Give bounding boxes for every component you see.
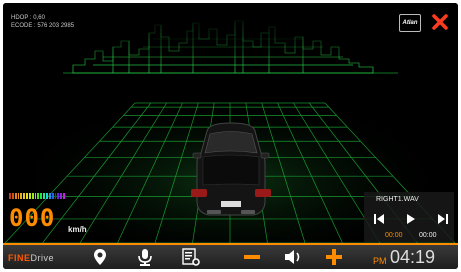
speed-unit: km/h: [68, 225, 87, 234]
volume-button[interactable]: [283, 247, 305, 267]
speed-bar-segment: [31, 193, 34, 199]
speed-bar-segment: [43, 193, 45, 199]
brand-part2: Drive: [30, 253, 55, 263]
speed-bar-segment: [9, 193, 11, 199]
brand-part1: FINE: [8, 253, 31, 263]
speed-bar-segment: [20, 193, 23, 199]
ecode-text: ECODE : 576 203 2985: [11, 23, 75, 29]
settings-list-icon: [182, 248, 200, 266]
speed-bar-segment: [57, 193, 60, 199]
close-icon: [432, 14, 448, 30]
location-pin-icon: [94, 249, 106, 265]
speed-bar-segment: [26, 193, 28, 199]
speedometer: 000 km/h: [9, 193, 109, 243]
settings-button[interactable]: [180, 247, 202, 267]
play-button[interactable]: [402, 212, 420, 226]
close-button[interactable]: [430, 12, 450, 32]
brand-logo[interactable]: FINEDrive: [8, 253, 54, 263]
zoom-out-button[interactable]: [241, 247, 263, 267]
media-player: RIGHT1.WAV 00:00 00:00: [364, 192, 454, 242]
zoom-in-button[interactable]: [323, 247, 345, 267]
speed-bar-segment: [14, 193, 17, 199]
previous-icon: [374, 214, 384, 224]
media-current-time: 00:00: [385, 232, 403, 239]
play-icon: [407, 214, 415, 224]
speed-bar-segment: [28, 193, 31, 199]
speed-bar-segment: [54, 193, 57, 199]
speed-bar-segment: [60, 193, 63, 199]
speed-bar-segment: [34, 193, 37, 199]
zoom-out-icon: [244, 255, 260, 259]
bottom-toolbar: FINEDrive PM 04:19: [3, 243, 458, 269]
navigation-screen: HDOP : 0,60 ECODE : 576 203 2985 Atlan 0…: [3, 3, 458, 269]
hdop-text: HDOP : 0,60: [11, 15, 45, 21]
speed-bar-segment: [40, 193, 43, 199]
location-button[interactable]: [89, 247, 111, 267]
previous-button[interactable]: [370, 212, 388, 226]
next-button[interactable]: [434, 212, 452, 226]
speed-bar-segment: [51, 193, 54, 199]
clock-time: 04:19: [390, 247, 436, 267]
speed-bar-segment: [45, 193, 48, 199]
voice-button[interactable]: [134, 247, 156, 267]
media-filename: RIGHT1.WAV: [376, 196, 419, 203]
speed-bar-segment: [37, 193, 40, 199]
speed-value: 000: [9, 204, 56, 232]
speed-bar-segment: [23, 193, 26, 199]
speed-bar-segment: [11, 193, 14, 199]
atlan-button[interactable]: Atlan: [399, 14, 421, 32]
speed-bar-segment: [48, 193, 51, 199]
speed-level-bars: [9, 193, 65, 199]
speed-bar-segment: [63, 193, 65, 199]
gps-info: HDOP : 0,60 ECODE : 576 203 2985: [11, 14, 74, 30]
speed-bar-segment: [17, 193, 20, 199]
next-icon: [438, 214, 448, 224]
zoom-in-icon: [326, 249, 342, 265]
volume-icon: [285, 250, 300, 264]
microphone-icon: [138, 249, 152, 266]
media-total-time: 00:00: [419, 232, 437, 239]
clock-ampm: PM: [373, 256, 387, 266]
